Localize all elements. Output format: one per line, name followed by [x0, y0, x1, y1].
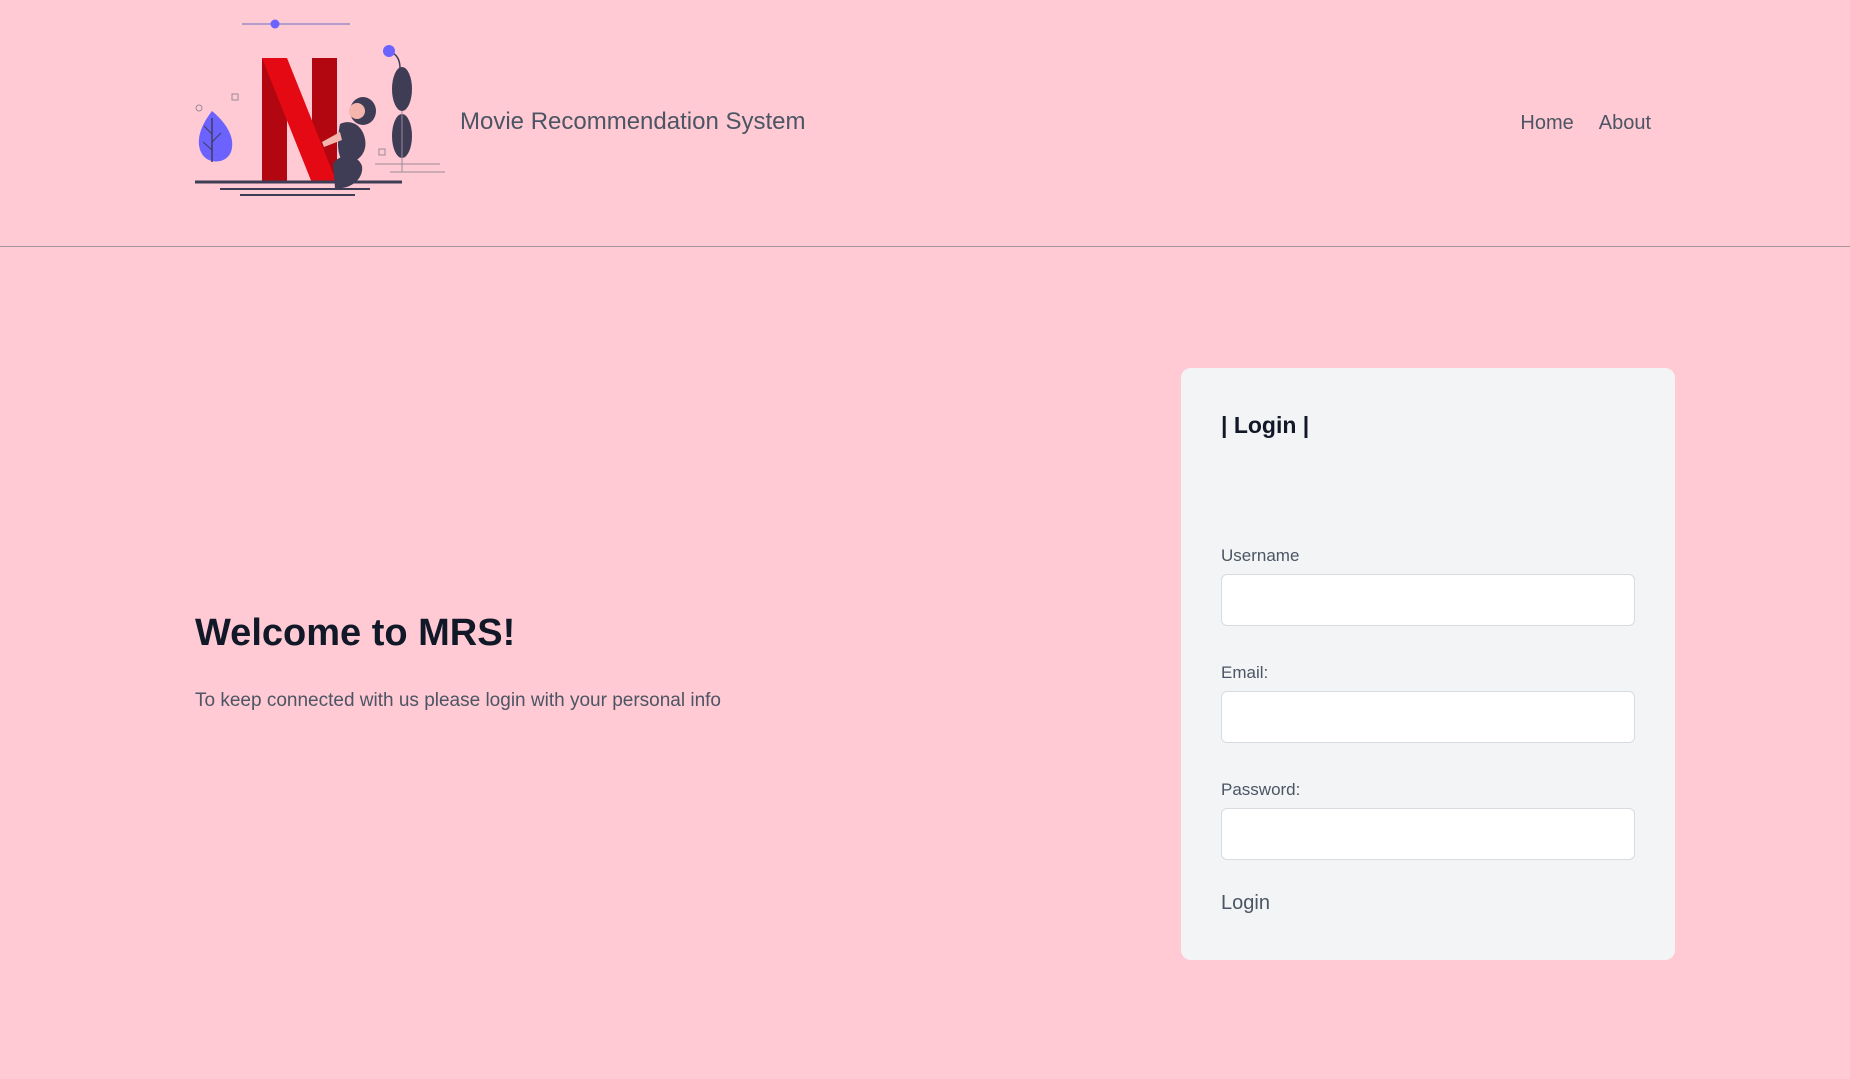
password-label: Password:: [1221, 780, 1301, 799]
brand-title[interactable]: Movie Recommendation System: [460, 108, 805, 136]
email-label: Email:: [1221, 663, 1269, 682]
site-header: Movie Recommendation System Home About: [0, 0, 1850, 247]
email-input[interactable]: [1221, 691, 1635, 743]
login-button[interactable]: Login: [1221, 892, 1270, 915]
welcome-heading: Welcome to MRS!: [195, 612, 516, 654]
nav-home-link[interactable]: Home: [1520, 112, 1573, 135]
login-card: | Login | Username Email: Password: Logi…: [1181, 368, 1675, 960]
netflix-illustration-logo[interactable]: [190, 14, 450, 204]
leaf-icon: [198, 111, 233, 162]
main-nav: Home About: [1520, 112, 1651, 135]
username-input[interactable]: [1221, 574, 1635, 626]
login-card-title: | Login |: [1221, 412, 1310, 438]
nav-about-link[interactable]: About: [1599, 112, 1651, 135]
username-label: Username: [1221, 546, 1300, 565]
password-input[interactable]: [1221, 808, 1635, 860]
welcome-text: To keep connected with us please login w…: [195, 690, 721, 711]
